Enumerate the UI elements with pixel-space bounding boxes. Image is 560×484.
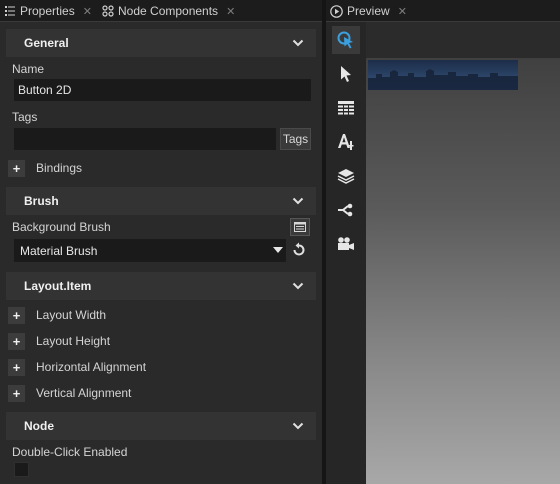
- play-icon: [330, 4, 343, 18]
- double-click-enabled-label: Double-Click Enabled: [12, 445, 128, 459]
- layout-height-label: Layout Height: [36, 334, 111, 348]
- section-general-title: General: [24, 36, 69, 50]
- name-label: Name: [12, 62, 45, 76]
- horizontal-alignment-label: Horizontal Alignment: [36, 360, 147, 374]
- plus-icon[interactable]: +: [8, 306, 25, 324]
- section-node-header[interactable]: Node: [6, 412, 316, 440]
- tags-button[interactable]: Tags: [280, 128, 311, 150]
- reset-icon[interactable]: [290, 241, 308, 259]
- preview-viewport[interactable]: [366, 22, 560, 484]
- horizontal-alignment-row[interactable]: + Horizontal Alignment: [8, 356, 146, 378]
- interact-tool-button[interactable]: [332, 26, 360, 54]
- city-skyline-image: [368, 69, 518, 90]
- background-brush-dropdown[interactable]: Material Brush: [14, 239, 286, 262]
- connect-icon: [338, 203, 353, 217]
- chevron-down-icon: [292, 422, 304, 430]
- tab-node-components[interactable]: Node Components ✕: [102, 0, 235, 22]
- bindings-row[interactable]: + Bindings: [8, 157, 82, 179]
- tags-input[interactable]: [14, 128, 276, 150]
- close-icon[interactable]: ✕: [398, 5, 407, 18]
- text-tool-icon: [338, 134, 354, 150]
- close-icon[interactable]: ✕: [226, 5, 235, 18]
- scene-thumbnail-image: [368, 60, 518, 90]
- background-brush-value: Material Brush: [20, 243, 98, 258]
- layout-height-row[interactable]: + Layout Height: [8, 330, 110, 352]
- section-general-header[interactable]: General: [6, 29, 316, 57]
- grid-tool-button[interactable]: [332, 94, 360, 122]
- chevron-down-icon: [292, 282, 304, 290]
- panel-tab-bar: Properties ✕ Node Components ✕: [0, 0, 322, 22]
- layers-button[interactable]: [332, 162, 360, 190]
- tab-properties[interactable]: Properties ✕: [4, 0, 92, 22]
- plus-icon[interactable]: +: [8, 384, 25, 402]
- editor-window-icon: [294, 222, 306, 232]
- tab-node-components-label: Node Components: [118, 4, 219, 18]
- layout-width-row[interactable]: + Layout Width: [8, 304, 106, 326]
- layout-width-label: Layout Width: [36, 308, 107, 322]
- viewport-header-band: [366, 22, 560, 58]
- plus-icon[interactable]: +: [8, 159, 25, 177]
- plus-icon[interactable]: +: [8, 358, 25, 376]
- preview-panel: Preview ✕: [326, 0, 560, 484]
- dropdown-caret-icon: [273, 247, 283, 253]
- tags-label: Tags: [12, 110, 38, 124]
- preview-tab-bar: Preview ✕: [326, 0, 560, 22]
- tab-preview[interactable]: Preview ✕: [330, 0, 407, 22]
- section-layout-item-header[interactable]: Layout.Item: [6, 272, 316, 300]
- double-click-enabled-checkbox[interactable]: [14, 462, 29, 477]
- brush-editor-button[interactable]: [290, 218, 310, 236]
- properties-panel: Properties ✕ Node Components ✕ General N…: [0, 0, 322, 484]
- layers-icon: [337, 169, 355, 184]
- name-field[interactable]: Button 2D: [14, 79, 311, 101]
- grid-tool-icon: [338, 101, 354, 115]
- select-tool-button[interactable]: [332, 60, 360, 88]
- plus-icon[interactable]: +: [8, 332, 25, 350]
- bindings-label: Bindings: [36, 161, 83, 175]
- node-components-icon: [102, 5, 114, 17]
- section-layout-item-title: Layout.Item: [24, 279, 92, 293]
- camera-icon: [338, 237, 354, 250]
- vertical-alignment-label: Vertical Alignment: [36, 386, 132, 400]
- close-icon[interactable]: ✕: [83, 5, 92, 18]
- vertical-alignment-row[interactable]: + Vertical Alignment: [8, 382, 131, 404]
- camera-button[interactable]: [332, 230, 360, 258]
- interact-tool-icon: [337, 31, 353, 49]
- tab-preview-label: Preview: [347, 4, 390, 18]
- section-brush-title: Brush: [24, 194, 59, 208]
- section-brush-header[interactable]: Brush: [6, 187, 316, 215]
- chevron-down-icon: [292, 39, 304, 47]
- select-tool-icon: [341, 66, 351, 82]
- tab-properties-label: Properties: [20, 4, 75, 18]
- properties-icon: [4, 5, 16, 17]
- background-brush-label: Background Brush: [12, 220, 111, 234]
- section-node-title: Node: [24, 419, 54, 433]
- text-tool-button[interactable]: [332, 128, 360, 156]
- chevron-down-icon: [292, 197, 304, 205]
- connect-button[interactable]: [332, 196, 360, 224]
- preview-toolbar: [326, 22, 366, 484]
